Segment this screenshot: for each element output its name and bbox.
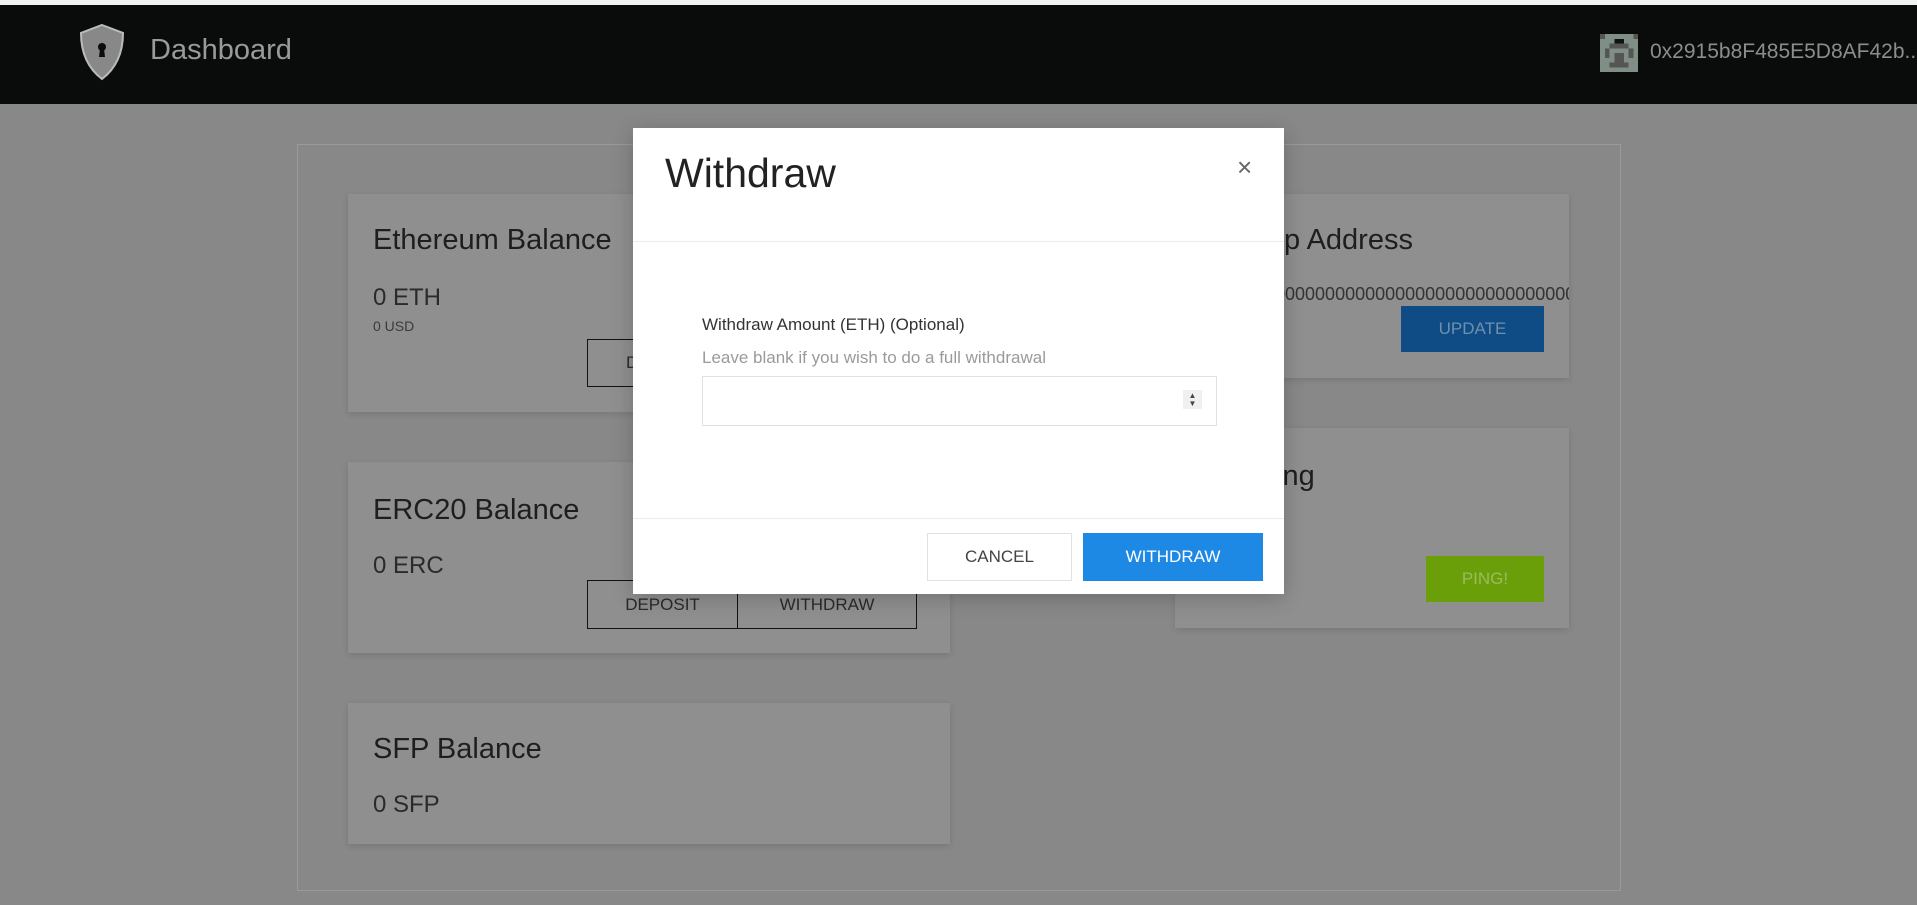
footer-divider xyxy=(633,518,1284,519)
cancel-button[interactable]: CANCEL xyxy=(927,533,1072,581)
withdraw-button[interactable]: WITHDRAW xyxy=(1083,533,1263,581)
header-divider xyxy=(633,241,1284,242)
modal-title: Withdraw xyxy=(665,150,836,196)
account-avatar[interactable] xyxy=(1600,34,1638,72)
ping-button[interactable]: PING! xyxy=(1426,556,1544,602)
shield-keyhole-icon xyxy=(79,23,125,81)
number-stepper-icon[interactable]: ▲ ▼ xyxy=(1183,390,1202,409)
account-address[interactable]: 0x2915b8F485E5D8AF42b... xyxy=(1650,40,1917,64)
card-title: ERC20 Balance xyxy=(373,494,580,526)
card-title: p Address xyxy=(1284,224,1413,256)
withdraw-modal: Withdraw × Withdraw Amount (ETH) (Option… xyxy=(633,128,1284,594)
close-icon[interactable]: × xyxy=(1237,152,1252,183)
address-value: 0000000000000000000000000000000000000000… xyxy=(1275,284,1569,304)
usd-value: 0 USD xyxy=(373,318,415,334)
eth-value: 0 ETH xyxy=(373,284,442,311)
app-title[interactable]: Dashboard xyxy=(150,34,292,67)
card-title: Ethereum Balance xyxy=(373,224,612,256)
sfp-balance-card: SFP Balance 0 SFP xyxy=(348,703,950,844)
sfp-value: 0 SFP xyxy=(373,791,440,818)
card-title: SFP Balance xyxy=(373,733,542,765)
withdraw-amount-label: Withdraw Amount (ETH) (Optional) xyxy=(702,315,965,334)
withdraw-amount-hint: Leave blank if you wish to do a full wit… xyxy=(702,348,1046,367)
withdraw-amount-input[interactable] xyxy=(702,376,1217,426)
update-button[interactable]: UPDATE xyxy=(1401,306,1544,352)
erc-value: 0 ERC xyxy=(373,552,444,579)
